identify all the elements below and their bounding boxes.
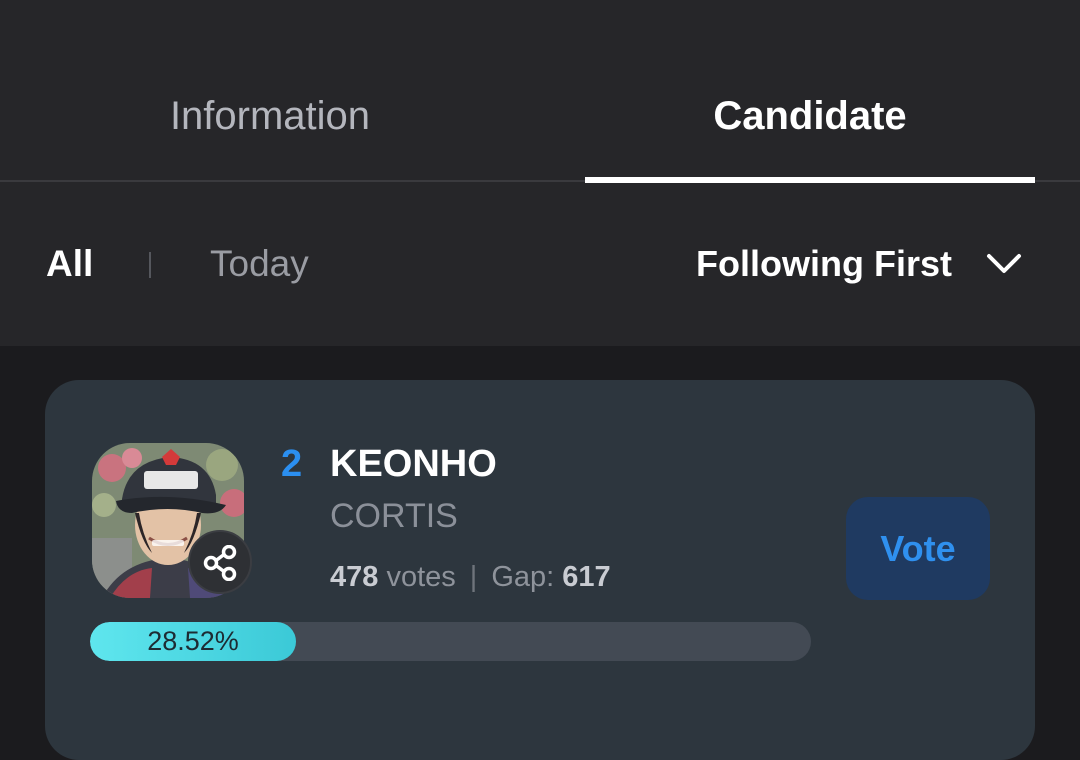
candidate-card: 2 KEONHO CORTIS 478 votes | Gap: 617 Vote … bbox=[45, 380, 1035, 760]
share-button[interactable] bbox=[188, 530, 252, 594]
votes-count: 478 bbox=[330, 561, 379, 593]
vote-progress-bar: 28.52% bbox=[90, 622, 811, 661]
tab-candidate[interactable]: Candidate bbox=[585, 88, 1035, 144]
sort-dropdown-label: Following First bbox=[696, 243, 952, 284]
tab-information[interactable]: Information bbox=[0, 88, 540, 144]
candidate-name: KEONHO bbox=[330, 443, 497, 485]
gap-label: Gap: bbox=[491, 561, 555, 593]
active-tab-indicator bbox=[585, 177, 1035, 183]
candidate-rank: 2 bbox=[281, 443, 303, 485]
votes-label: votes bbox=[386, 561, 456, 593]
gap-value: 617 bbox=[562, 561, 611, 593]
sort-dropdown[interactable]: Following First bbox=[696, 240, 1022, 288]
filter-today[interactable]: Today bbox=[210, 240, 309, 288]
vote-stats: 478 votes | Gap: 617 bbox=[330, 558, 611, 596]
chevron-down-icon bbox=[987, 254, 1021, 273]
stats-separator: | bbox=[469, 561, 478, 593]
filter-all[interactable]: All bbox=[46, 240, 93, 288]
candidate-group: CORTIS bbox=[330, 497, 458, 535]
filter-separator bbox=[149, 252, 151, 278]
share-icon bbox=[203, 545, 237, 581]
vote-progress-text: 28.52% bbox=[147, 626, 239, 656]
vote-button[interactable]: Vote bbox=[846, 497, 990, 600]
header-panel: Information Candidate All Today Followin… bbox=[0, 0, 1080, 346]
